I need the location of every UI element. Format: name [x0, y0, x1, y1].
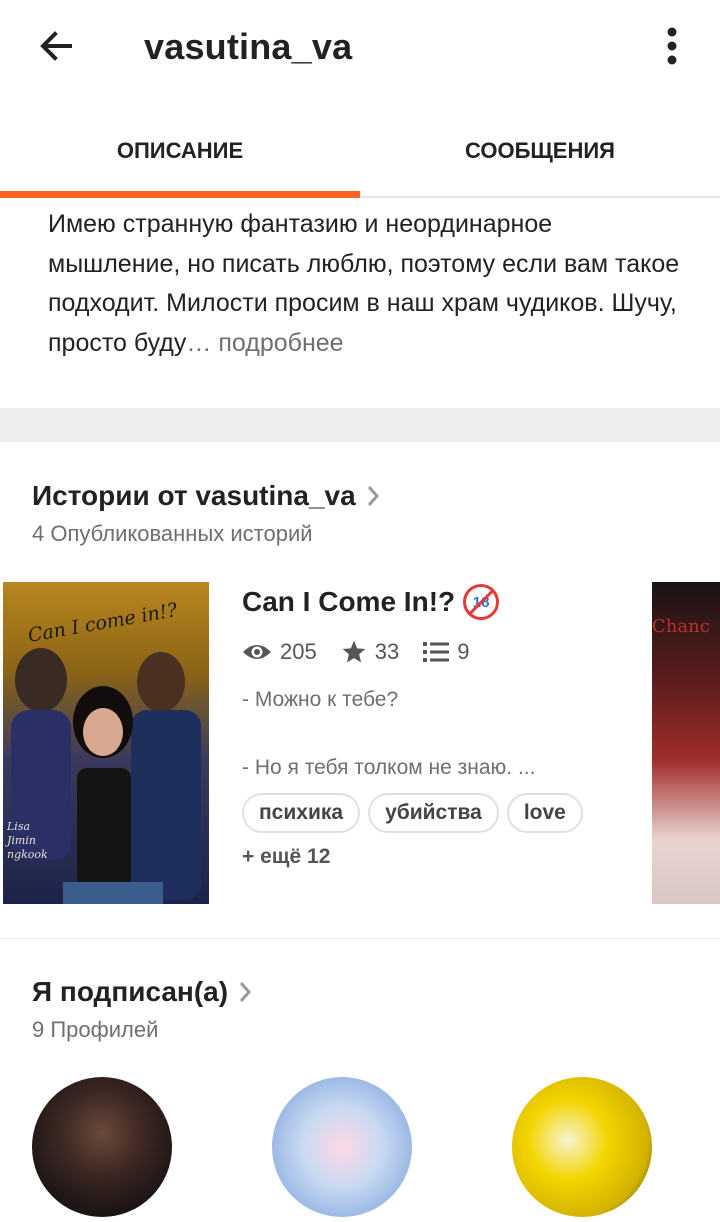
section-divider — [0, 408, 720, 442]
followed-profile-avatar[interactable] — [32, 1077, 172, 1217]
stories-section-title: Истории от vasutina_va — [32, 480, 356, 511]
cover-names-text: Lisa Jimin ngkook — [7, 820, 48, 861]
eye-icon — [243, 645, 271, 659]
profile-username: vasutina_va — [144, 26, 353, 67]
story-blurb-line1: - Можно к тебе? — [242, 688, 399, 711]
followed-profile-avatar[interactable] — [512, 1077, 652, 1217]
age-badge-label: 18 — [472, 593, 490, 611]
tag-chip[interactable]: психика — [242, 793, 361, 833]
list-icon — [423, 642, 450, 662]
story-stats: 205 33 9 — [242, 635, 632, 669]
story-title-row[interactable]: Can I Come In!? 18 — [242, 584, 632, 620]
profile-tabs: ОПИСАНИЕ СООБЩЕНИЯ — [0, 98, 720, 198]
views-count: 205 — [280, 639, 317, 664]
more-vertical-icon — [667, 27, 677, 65]
more-options-button[interactable] — [648, 22, 696, 70]
profile-description: Имею странную фантазию и неординарное мы… — [48, 205, 688, 363]
tab-messages[interactable]: СООБЩЕНИЯ — [360, 98, 720, 198]
description-ellipsis: … — [186, 328, 212, 357]
age-restriction-icon: 18 — [463, 584, 500, 620]
section-divider-line — [0, 938, 720, 939]
following-count: 9 Профилей — [32, 1017, 159, 1042]
description-text: Имею странную фантазию и неординарное мы… — [48, 210, 680, 357]
back-button[interactable] — [32, 22, 80, 70]
story-card: Can I Come In!? 18 205 33 9 - Можно к те… — [242, 584, 632, 869]
chevron-right-icon — [366, 484, 380, 508]
active-tab-indicator — [0, 191, 360, 198]
following-section-title: Я подписан(а) — [32, 976, 229, 1007]
tag-chip[interactable]: убийства — [368, 793, 499, 833]
next-story-cover-image[interactable]: Chanc — [652, 582, 720, 904]
stars-count: 33 — [374, 639, 400, 664]
read-more-link[interactable]: подробнее — [218, 329, 343, 357]
stars-stat: 33 — [341, 639, 399, 665]
story-cover-image[interactable]: Can I come in!? Lisa Jimin ngkook — [3, 582, 209, 904]
story-blurb-line2: - Но я тебя толком не знаю. ... — [242, 756, 536, 779]
views-stat: 205 — [242, 639, 317, 665]
chevron-right-icon — [238, 980, 252, 1004]
stories-count: 4 Опубликованных историй — [32, 521, 313, 546]
followed-profile-avatar[interactable] — [272, 1077, 412, 1217]
app-header: vasutina_va — [0, 0, 720, 98]
parts-stat: 9 — [423, 639, 469, 665]
tag-chip[interactable]: love — [506, 793, 583, 833]
arrow-left-icon — [40, 31, 72, 61]
more-tags-link[interactable]: + ещё 12 — [242, 845, 632, 869]
stories-section-header[interactable]: Истории от vasutina_va — [32, 480, 380, 512]
parts-count: 9 — [457, 639, 470, 664]
next-cover-title-text: Chanc — [652, 616, 710, 637]
star-icon — [342, 640, 366, 663]
following-section-header[interactable]: Я подписан(а) — [32, 976, 252, 1008]
story-title: Can I Come In!? — [242, 586, 456, 617]
story-tags: психика убийства love — [242, 793, 632, 833]
tab-description[interactable]: ОПИСАНИЕ — [0, 98, 360, 198]
